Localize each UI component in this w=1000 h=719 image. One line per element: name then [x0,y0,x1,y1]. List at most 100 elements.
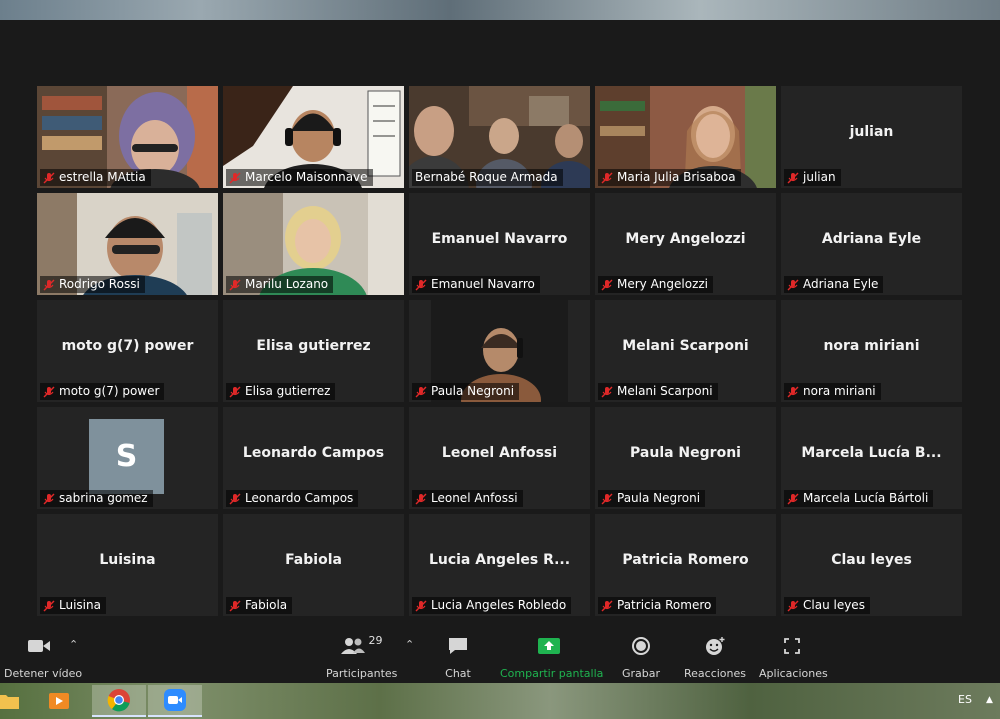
avatar: S [89,419,164,494]
participant-tile[interactable]: Elisa gutierrez Elisa gutierrez [223,300,404,402]
participant-name: Lucia Angeles Robledo [431,598,567,612]
chat-button[interactable]: Chat [433,634,483,680]
muted-mic-icon [43,279,55,290]
participant-name-label: Rodrigo Rossi [40,276,145,293]
taskbar-file-explorer[interactable] [0,685,36,717]
participant-tile[interactable]: Marcela Lucía B... Marcela Lucía Bártoli [781,407,962,509]
participant-tile[interactable]: Mery Angelozzi Mery Angelozzi [595,193,776,295]
muted-mic-icon [787,172,799,183]
participants-label: Participantes [326,667,398,680]
participant-tile[interactable]: julian julian [781,86,962,188]
muted-mic-icon [787,279,799,290]
reactions-smiley-icon [706,637,725,655]
participant-name: Marilu Lozano [245,277,329,291]
share-screen-icon [538,638,560,654]
muted-mic-icon [601,172,613,183]
participant-name: Clau leyes [803,598,865,612]
participant-display-name: Mery Angelozzi [625,231,746,247]
muted-mic-icon [601,493,613,504]
muted-mic-icon [229,279,241,290]
share-screen-button[interactable]: Compartir pantalla [500,634,604,680]
participant-tile[interactable]: Rodrigo Rossi [37,193,218,295]
participant-name: nora miriani [803,384,876,398]
participant-name-label: julian [784,169,841,186]
participant-tile[interactable]: Marilu Lozano [223,193,404,295]
muted-mic-icon [601,386,613,397]
meeting-controls-toolbar: Detener vídeo ⌃ 29 Participantes ⌃ Chat … [0,628,1000,683]
show-hidden-icons-caret[interactable]: ▲ [986,695,993,705]
video-options-caret[interactable]: ⌃ [69,638,78,651]
muted-mic-icon [787,600,799,611]
participant-tile-active-speaker[interactable]: Bernabé Roque Armada [409,86,590,188]
muted-mic-icon [43,386,55,397]
participant-tile[interactable]: Melani Scarponi Melani Scarponi [595,300,776,402]
participant-name-label: Fabiola [226,597,293,614]
participant-display-name: Clau leyes [831,552,912,568]
participant-name-label: Leonardo Campos [226,490,359,507]
participant-name-label: Clau leyes [784,597,870,614]
participant-name-label: Leonel Anfossi [412,490,523,507]
participant-tile[interactable]: moto g(7) power moto g(7) power [37,300,218,402]
participant-name-label: Paula Negroni [598,490,706,507]
participant-tile[interactable]: Marcelo Maisonnave [223,86,404,188]
taskbar-media-player[interactable] [32,685,86,717]
participant-tile[interactable]: Leonel Anfossi Leonel Anfossi [409,407,590,509]
muted-mic-icon [229,493,241,504]
input-language-indicator[interactable]: ES [958,693,972,706]
muted-mic-icon [787,386,799,397]
participant-display-name: Paula Negroni [630,445,741,461]
participant-name: Marcelo Maisonnave [245,170,368,184]
muted-mic-icon [43,600,55,611]
muted-mic-icon [229,600,241,611]
reactions-button[interactable]: Reacciones [684,634,746,680]
participant-tile[interactable]: Clau leyes Clau leyes [781,514,962,616]
participant-name: Rodrigo Rossi [59,277,140,291]
participant-tile[interactable]: Paula Negroni Paula Negroni [595,407,776,509]
taskbar-chrome[interactable] [92,685,146,717]
participant-tile[interactable]: Patricia Romero Patricia Romero [595,514,776,616]
record-label: Grabar [621,667,661,680]
participant-tile[interactable]: Adriana Eyle Adriana Eyle [781,193,962,295]
file-explorer-icon [0,695,19,709]
participant-tile[interactable]: Paula Negroni [409,300,590,402]
participant-tile[interactable]: Luisina Luisina [37,514,218,616]
muted-mic-icon [601,600,613,611]
participant-name: Melani Scarponi [617,384,713,398]
share-screen-label: Compartir pantalla [500,667,604,680]
participant-tile[interactable]: Maria Julia Brisaboa [595,86,776,188]
stop-video-button[interactable]: Detener vídeo [4,634,83,680]
participants-options-caret[interactable]: ⌃ [405,638,414,651]
participant-name-label: Patricia Romero [598,597,717,614]
video-camera-icon [28,640,50,652]
reactions-label: Reacciones [684,667,747,680]
chrome-icon [107,689,130,712]
participant-display-name: Elisa gutierrez [256,338,371,354]
participant-tile[interactable]: nora miriani nora miriani [781,300,962,402]
muted-mic-icon [415,279,427,290]
participant-name: Leonardo Campos [245,491,354,505]
record-button[interactable]: Grabar [618,634,664,680]
stop-video-label: Detener vídeo [4,667,83,680]
participant-display-name: Adriana Eyle [821,231,922,247]
participant-name: Adriana Eyle [803,277,879,291]
participant-tile[interactable]: Lucia Angeles R... Lucia Angeles Robledo [409,514,590,616]
os-taskbar: ES ▲ [0,683,1000,719]
participant-name: Elisa gutierrez [245,384,331,398]
participants-button[interactable]: 29 Participantes [326,634,398,681]
muted-mic-icon [601,279,613,290]
participant-tile[interactable]: S sabrina gomez [37,407,218,509]
participant-name-label: Adriana Eyle [784,276,884,293]
participant-tile[interactable]: Emanuel Navarro Emanuel Navarro [409,193,590,295]
participant-name: julian [803,170,836,184]
taskbar-zoom[interactable] [148,685,202,717]
participant-display-name: Patricia Romero [622,552,749,568]
apps-icon [784,638,800,654]
apps-button[interactable]: Aplicaciones [759,634,828,680]
media-player-icon [49,693,69,709]
participant-name: sabrina gomez [59,491,148,505]
participant-tile[interactable]: Fabiola Fabiola [223,514,404,616]
participant-tile[interactable]: estrella MAttia [37,86,218,188]
participant-tile[interactable]: Leonardo Campos Leonardo Campos [223,407,404,509]
participant-display-name: nora miriani [823,338,920,354]
muted-mic-icon [415,600,427,611]
